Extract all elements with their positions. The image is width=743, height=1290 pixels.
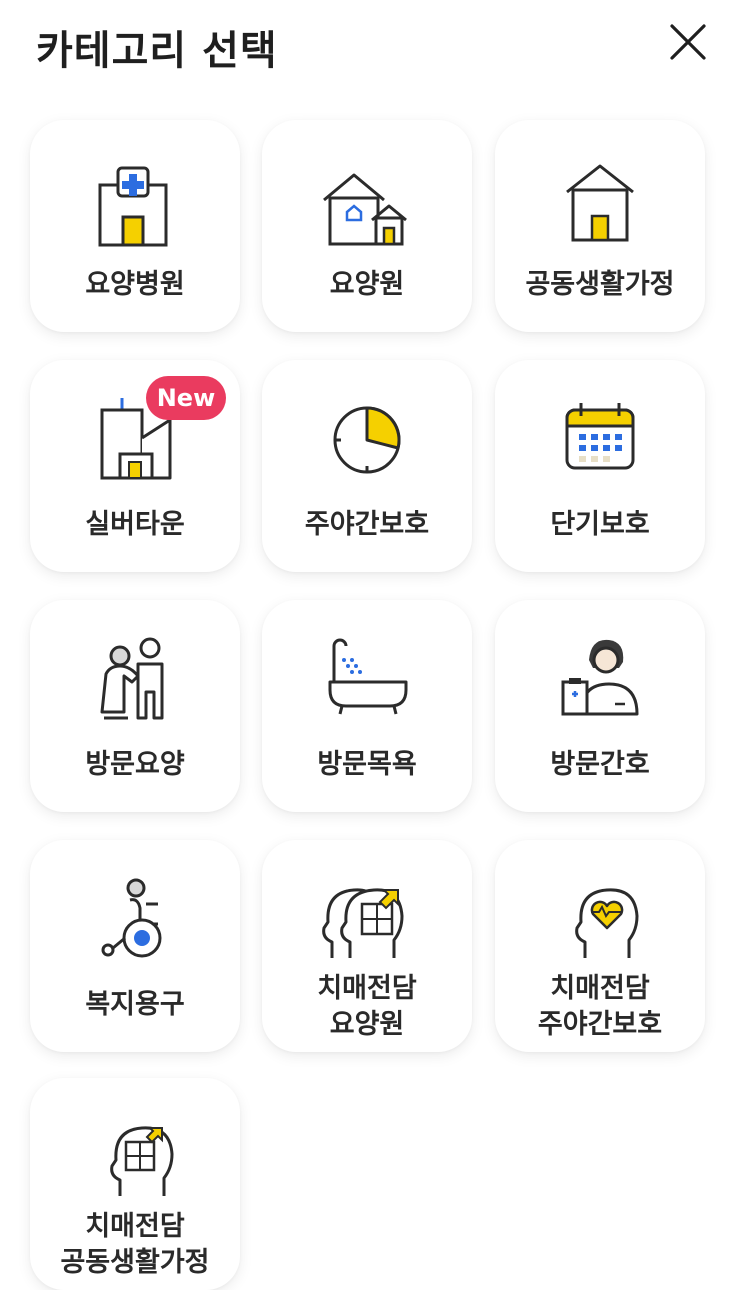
category-label: 주야간보호 [304, 509, 430, 540]
category-card-welfare-equipment[interactable]: 복지용구 [30, 840, 240, 1052]
caregiver-icon [80, 630, 190, 730]
category-card-short-term-care[interactable]: 단기보호 [495, 360, 705, 572]
category-card-group-home[interactable]: 공동생활가정 [495, 120, 705, 332]
category-label: 요양원 [329, 269, 405, 300]
category-label: 방문요양 [85, 749, 185, 780]
home-icon [545, 160, 655, 260]
category-card-dementia-nursing-home[interactable]: 치매전담 요양원 [262, 840, 472, 1052]
clock-icon [312, 390, 422, 490]
category-label-line-2: 요양원 [329, 1009, 405, 1040]
head-puzzle-icon [80, 1108, 190, 1208]
category-label: 공동생활가정 [525, 269, 675, 300]
category-card-home-visit-care[interactable]: 방문요양 [30, 600, 240, 812]
category-label: 방문목욕 [317, 749, 417, 780]
bathtub-icon [312, 630, 422, 730]
nurse-icon [545, 630, 655, 730]
hospital-icon [80, 160, 190, 260]
category-card-dementia-day-night-care[interactable]: 치매전담 주야간보호 [495, 840, 705, 1052]
category-label: 복지용구 [85, 989, 185, 1020]
brain-heart-icon [545, 870, 655, 970]
category-label: 요양병원 [85, 269, 185, 300]
dementia-puzzle-icon [312, 870, 422, 970]
category-label-line-1: 치매전담 [317, 973, 417, 1004]
category-label-line-2: 공동생활가정 [60, 1247, 210, 1278]
category-grid: 요양병원 요양원 공동생활가정 New 실버타운 주야간보호 단기보호 방문요양… [0, 0, 743, 1290]
category-card-nursing-home[interactable]: 요양원 [262, 120, 472, 332]
calendar-icon [545, 390, 655, 490]
category-label: 단기보호 [550, 509, 650, 540]
category-label: 실버타운 [85, 509, 185, 540]
category-label-line-2: 주야간보호 [537, 1009, 663, 1040]
category-card-nursing-hospital[interactable]: 요양병원 [30, 120, 240, 332]
houses-icon [312, 160, 422, 260]
category-label-line-1: 치매전담 [85, 1211, 185, 1242]
wheelchair-icon [80, 870, 190, 970]
category-label-line-1: 치매전담 [550, 973, 650, 1004]
new-badge: New [146, 376, 226, 420]
category-label: 방문간호 [550, 749, 650, 780]
category-card-home-visit-nursing[interactable]: 방문간호 [495, 600, 705, 812]
category-card-dementia-group-home[interactable]: 치매전담 공동생활가정 [30, 1078, 240, 1290]
category-card-home-visit-bathing[interactable]: 방문목욕 [262, 600, 472, 812]
category-card-day-night-care[interactable]: 주야간보호 [262, 360, 472, 572]
